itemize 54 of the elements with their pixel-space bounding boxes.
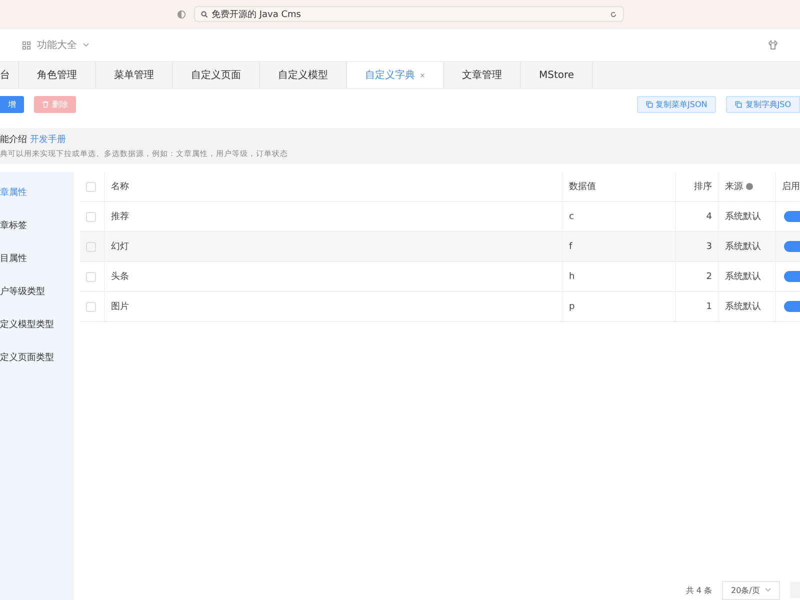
search-icon <box>200 10 208 18</box>
table-cell: 图片 <box>104 292 562 322</box>
category-item[interactable]: 定义页面类型 <box>0 341 74 374</box>
page-size-select[interactable]: 20条/页 <box>722 580 780 600</box>
category-item[interactable]: 目属性 <box>0 242 74 275</box>
toggle-switch[interactable] <box>784 211 800 222</box>
table-cell: 2 <box>676 262 718 292</box>
column-header: 名称 <box>104 172 562 202</box>
info-title: 能介绍 <box>0 135 27 145</box>
menu-dropdown[interactable]: 功能大全 <box>37 38 77 52</box>
category-item[interactable]: 章标签 <box>0 209 74 242</box>
checkbox[interactable] <box>86 302 96 312</box>
tab[interactable]: 角色管理 <box>19 62 96 88</box>
column-header: 启用 <box>776 172 800 202</box>
grid-icon <box>22 40 31 50</box>
toggle-switch[interactable] <box>784 241 800 252</box>
close-icon[interactable] <box>420 72 425 78</box>
column-header: 来源 <box>725 182 743 192</box>
checkbox[interactable] <box>86 212 96 222</box>
checkbox[interactable] <box>86 182 96 192</box>
chevron-down-icon <box>83 43 89 47</box>
column-header: 排序 <box>676 172 718 202</box>
column-header: 数据值 <box>562 172 676 202</box>
table-cell: p <box>562 292 676 322</box>
tab[interactable]: 台 <box>0 62 19 88</box>
address-text: 免费开源的 Java Cms <box>212 8 301 20</box>
copy-icon <box>735 100 742 108</box>
shirt-icon[interactable] <box>768 40 778 50</box>
copy-icon <box>646 100 653 108</box>
tab[interactable]: 自定义页面 <box>173 62 260 88</box>
page-size-text: 20条/页 <box>731 584 760 596</box>
tab[interactable]: 菜单管理 <box>96 62 173 88</box>
toggle-switch[interactable] <box>784 271 800 282</box>
total-count: 共 4 条 <box>686 584 712 596</box>
checkbox[interactable] <box>86 272 96 282</box>
tab[interactable]: 文章管理 <box>444 62 521 88</box>
checkbox[interactable] <box>86 242 96 252</box>
table-cell: 1 <box>676 292 718 322</box>
table-cell: 系统默认 <box>718 292 776 322</box>
table-cell: f <box>562 232 676 262</box>
reload-icon[interactable] <box>610 10 616 18</box>
table-cell: 系统默认 <box>718 232 776 262</box>
table-cell: 头条 <box>104 262 562 292</box>
category-item[interactable]: 定义模型类型 <box>0 308 74 341</box>
table-cell: 系统默认 <box>718 262 776 292</box>
category-item[interactable]: 户等级类型 <box>0 275 74 308</box>
table-cell: 幻灯 <box>104 232 562 262</box>
trash-icon <box>42 100 49 108</box>
table-cell: 3 <box>676 232 718 262</box>
toggle-switch[interactable] <box>784 301 800 312</box>
table-cell: h <box>562 262 676 292</box>
address-bar[interactable]: 免费开源的 Java Cms <box>194 6 624 22</box>
tab[interactable]: MStore <box>521 62 594 88</box>
chevron-down-icon <box>765 588 771 592</box>
